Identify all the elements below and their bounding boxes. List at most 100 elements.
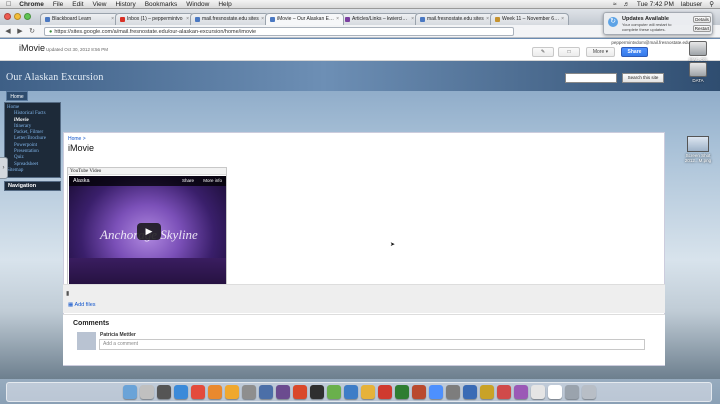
menu-user[interactable]: labuser xyxy=(681,1,702,8)
photo-booth-icon[interactable] xyxy=(292,385,307,399)
browser-tab[interactable]: Inbox (1) – peppermintvo × xyxy=(115,13,194,25)
browser-tab[interactable]: Week 11 – November 6, 201 × xyxy=(490,13,569,25)
downloads-stack-icon[interactable] xyxy=(564,385,579,399)
volume-icon[interactable]: ♬ xyxy=(623,1,630,8)
apple-icon[interactable]:  xyxy=(6,1,11,8)
document-icon[interactable] xyxy=(547,385,562,399)
minimize-window-button[interactable] xyxy=(14,13,21,20)
back-arrow-icon[interactable]: ◀ xyxy=(4,27,12,35)
imovie-icon[interactable] xyxy=(258,385,273,399)
sidebar: Home Historical Facts iMovie Itinerary P… xyxy=(4,102,61,192)
lock-icon: ● xyxy=(49,28,53,35)
menu-history[interactable]: History xyxy=(115,1,135,8)
stickies-icon[interactable] xyxy=(479,385,494,399)
launchpad-icon[interactable] xyxy=(139,385,154,399)
firefox-icon[interactable] xyxy=(207,385,222,399)
page-title: iMovie xyxy=(19,43,46,53)
details-button[interactable]: Details xyxy=(693,16,711,23)
menu-edit[interactable]: Edit xyxy=(72,1,83,8)
app-icon[interactable] xyxy=(513,385,528,399)
powerpoint-icon[interactable] xyxy=(411,385,426,399)
add-files-link[interactable]: ▦ Add files xyxy=(68,302,96,308)
zoom-window-button[interactable] xyxy=(24,13,31,20)
tab-favicon-icon xyxy=(270,17,275,22)
home-tab-button[interactable]: Home xyxy=(6,91,28,101)
preview-icon[interactable] xyxy=(445,385,460,399)
pages-icon[interactable] xyxy=(360,385,375,399)
browser-tab[interactable]: mail.fresnostate.edu sites × xyxy=(190,13,269,25)
dock xyxy=(6,382,712,402)
close-tab-icon[interactable]: × xyxy=(336,14,339,25)
close-tab-icon[interactable]: × xyxy=(486,14,489,25)
new-page-button[interactable]: □ xyxy=(558,47,580,57)
desktop-icon-data[interactable]: DATA xyxy=(683,62,713,83)
video-title[interactable]: Alaska xyxy=(73,178,90,184)
skype-icon[interactable] xyxy=(462,385,477,399)
browser-window: Blackboard Learn × Inbox (1) – peppermint… xyxy=(0,9,720,379)
iphoto-icon[interactable] xyxy=(275,385,290,399)
browser-tab[interactable]: Articles/Links – kwierci100 × xyxy=(340,13,419,25)
browser-tab[interactable]: Blackboard Learn × xyxy=(40,13,119,25)
attach-icon: ▦ xyxy=(68,302,74,308)
breadcrumb[interactable]: Home > xyxy=(68,136,86,142)
site-title[interactable]: Our Alaskan Excursion xyxy=(6,72,104,83)
spotlight-icon[interactable]: ⚲ xyxy=(709,0,714,8)
sites-header-bar: iMovie Updated Oct 30, 2012 8:56 PM pepp… xyxy=(0,39,720,61)
close-tab-icon[interactable]: × xyxy=(186,14,189,25)
numbers-icon[interactable] xyxy=(326,385,341,399)
tab-favicon-icon xyxy=(45,17,50,22)
account-email[interactable]: peppermintvdom@mail.fresnostate.edu xyxy=(611,40,690,45)
vlc-icon[interactable] xyxy=(224,385,239,399)
menu-file[interactable]: File xyxy=(53,1,63,8)
trash-icon[interactable] xyxy=(581,385,596,399)
tab-label: Articles/Links – kwierci100 xyxy=(352,16,410,22)
address-bar[interactable]: ● https://sites.google.com/a/mail.fresnos… xyxy=(44,26,514,36)
menu-help[interactable]: Help xyxy=(218,1,231,8)
menu-view[interactable]: View xyxy=(93,1,107,8)
play-icon[interactable]: ▶ xyxy=(137,223,161,240)
close-tab-icon[interactable]: × xyxy=(411,14,414,25)
sidebar-item-sitemap[interactable]: Sitemap xyxy=(7,168,58,174)
edit-page-button[interactable]: ✎ xyxy=(532,47,554,57)
keynote-icon[interactable] xyxy=(343,385,358,399)
mission-control-icon[interactable] xyxy=(156,385,171,399)
comment-input[interactable]: Add a comment xyxy=(99,339,645,350)
site-search-input[interactable] xyxy=(565,73,617,83)
wifi-icon[interactable]: ≈ xyxy=(613,1,617,8)
more-button[interactable]: More ▾ xyxy=(586,47,615,57)
excel-icon[interactable] xyxy=(394,385,409,399)
expand-panel-handle[interactable]: › xyxy=(0,157,8,179)
commenter-name: Patricia Mettler xyxy=(100,332,136,338)
close-tab-icon[interactable]: × xyxy=(111,14,114,25)
desktop-icon-macos[interactable]: MAC OS xyxy=(683,41,713,62)
reload-icon[interactable]: ↻ xyxy=(28,27,36,35)
desktop-icon-screenshot[interactable]: Screen Shot 2012...M.png xyxy=(678,136,718,163)
finder-icon[interactable] xyxy=(122,385,137,399)
tab-favicon-icon xyxy=(495,17,500,22)
hard-drive-icon xyxy=(689,41,707,56)
browser-tab-active[interactable]: iMovie – Our Alaskan Excur × xyxy=(265,13,344,25)
close-tab-icon[interactable]: × xyxy=(261,14,264,25)
browser-tab[interactable]: mail.fresnostate.edu sites × xyxy=(415,13,494,25)
safari-icon[interactable] xyxy=(173,385,188,399)
menu-clock[interactable]: Tue 7:42 PM xyxy=(637,1,674,8)
textedit-icon[interactable] xyxy=(530,385,545,399)
close-tab-icon[interactable]: × xyxy=(561,14,564,25)
video-share-button[interactable]: Share xyxy=(182,176,194,186)
share-button[interactable]: Share xyxy=(621,47,648,57)
word-icon[interactable] xyxy=(377,385,392,399)
restart-button[interactable]: Restart xyxy=(693,25,711,32)
menu-window[interactable]: Window xyxy=(186,1,209,8)
itunes-icon[interactable] xyxy=(428,385,443,399)
menu-app-name[interactable]: Chrome xyxy=(19,1,44,8)
search-site-button[interactable]: Search this site xyxy=(622,73,664,83)
garageband-icon[interactable] xyxy=(309,385,324,399)
close-window-button[interactable] xyxy=(4,13,11,20)
menu-bookmarks[interactable]: Bookmarks xyxy=(145,1,178,8)
system-preferences-icon[interactable] xyxy=(241,385,256,399)
forward-arrow-icon[interactable]: ▶ xyxy=(16,27,24,35)
acrobat-icon[interactable] xyxy=(496,385,511,399)
video-more-info-button[interactable]: More info xyxy=(203,176,222,186)
tab-favicon-icon xyxy=(420,17,425,22)
chrome-icon[interactable] xyxy=(190,385,205,399)
